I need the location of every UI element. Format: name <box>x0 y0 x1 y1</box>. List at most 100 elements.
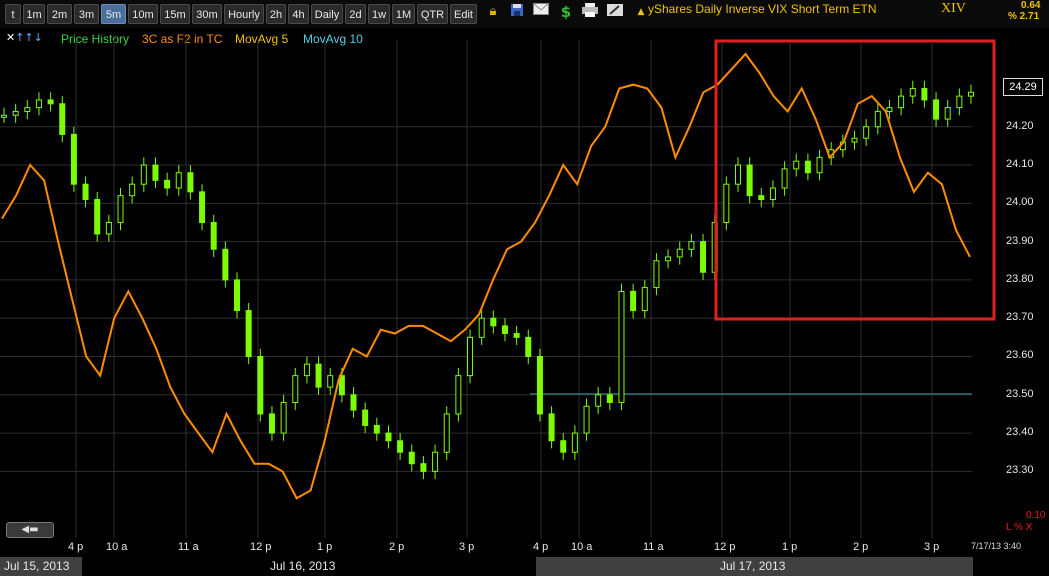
interval-1m-button[interactable]: 1m <box>23 4 45 24</box>
toolbar: t 1m 2m 3m 5m 10m 15m 30m Hourly 2h 4h D… <box>0 0 1049 28</box>
candle-body <box>898 95 905 109</box>
time-tick-label: 4 p <box>533 541 549 553</box>
candle-body <box>688 241 695 250</box>
save-icon[interactable] <box>508 3 526 21</box>
candle-body <box>793 160 800 170</box>
candle-body <box>129 183 136 197</box>
candle-body <box>82 183 89 201</box>
pencil-icon[interactable] <box>606 3 624 21</box>
candle-body <box>373 424 380 434</box>
interval-2m-button[interactable]: 2m <box>47 4 72 24</box>
candle-body <box>292 375 299 403</box>
interval-qtr-button[interactable]: QTR <box>417 4 448 24</box>
price-tick-label: 23.80 <box>1006 272 1034 285</box>
print-icon[interactable] <box>581 3 599 21</box>
ticker-symbol: XIV <box>941 1 966 16</box>
interval-15m-button[interactable]: 15m <box>160 4 190 24</box>
candle-body <box>560 440 567 453</box>
price-tick-label: 24.10 <box>1006 158 1034 171</box>
time-tick-label: 3 p <box>459 541 475 553</box>
lock-icon[interactable]: 🔒︎ <box>484 3 502 21</box>
time-tick-label: 10 a <box>106 541 128 553</box>
time-tick-label: 11 a <box>178 541 199 553</box>
candle-body <box>944 107 951 120</box>
time-tick-label: 1 p <box>782 541 798 553</box>
time-tick-label: 1 p <box>317 541 333 553</box>
candle-body <box>653 260 660 289</box>
candle-body <box>863 126 870 139</box>
candle-body <box>665 256 672 262</box>
candle-body <box>350 394 357 411</box>
price-tick-label: 24.00 <box>1006 196 1034 209</box>
percent-change: % 2.71 <box>1008 11 1040 22</box>
price-chart[interactable] <box>0 28 1000 538</box>
date-label-jul16: Jul 16, 2013 <box>270 559 336 573</box>
candle-body <box>327 375 334 388</box>
price-tick-label: 23.40 <box>1006 426 1034 439</box>
time-tick-label: 12 p <box>714 541 736 553</box>
candle-body <box>501 325 508 335</box>
interval-2d-button[interactable]: 2d <box>345 4 366 24</box>
interval-3m-button[interactable]: 3m <box>74 4 99 24</box>
date-label-jul15: Jul 15, 2013 <box>0 557 82 576</box>
candle-body <box>641 287 648 312</box>
last-price-box: 24.29 <box>1003 78 1043 96</box>
timestamp: 7/17/13 3:40 <box>971 541 1022 551</box>
candle-body <box>117 195 124 223</box>
candle-body <box>630 290 637 312</box>
candle-body <box>187 172 194 193</box>
interval-10m-button[interactable]: 10m <box>128 4 158 24</box>
dollar-icon[interactable]: $ <box>557 3 575 21</box>
candle-body <box>70 133 77 185</box>
candle-body <box>886 107 893 112</box>
indicator-value: 0.10 <box>1026 510 1046 521</box>
price-tick-label: 23.70 <box>1006 311 1034 324</box>
interval-1w-button[interactable]: 1w <box>368 4 390 24</box>
highlight-box <box>714 39 996 321</box>
interval-1M-button[interactable]: 1M <box>392 4 415 24</box>
candle-body <box>24 107 31 112</box>
candle-body <box>933 99 940 120</box>
candle-body <box>432 451 439 472</box>
threec-series <box>1 52 971 500</box>
time-tick-label: 12 p <box>250 541 272 553</box>
chart-grid <box>0 40 972 538</box>
interval-hourly-button[interactable]: Hourly <box>224 4 264 24</box>
candle-body <box>734 164 741 185</box>
candle-body <box>94 199 101 235</box>
candle-body <box>397 440 404 453</box>
candle-body <box>245 310 252 357</box>
candle-body <box>513 333 520 338</box>
interval-t-button[interactable]: t <box>5 4 21 24</box>
candle-body <box>152 164 159 181</box>
scroll-handle[interactable]: ◀▬ <box>6 522 54 538</box>
interval-2h-button[interactable]: 2h <box>266 4 286 24</box>
interval-30m-button[interactable]: 30m <box>192 4 222 24</box>
edit-button[interactable]: Edit <box>450 4 477 24</box>
candle-body <box>420 463 427 472</box>
candle-body <box>909 87 916 97</box>
time-tick-label: 10 a <box>571 541 593 553</box>
email-icon[interactable] <box>532 3 550 21</box>
time-tick-label: 11 a <box>643 541 664 553</box>
candle-body <box>758 195 765 201</box>
interval-daily-button[interactable]: Daily <box>311 4 343 24</box>
interval-5m-button[interactable]: 5m <box>101 4 126 24</box>
candle-body <box>408 451 415 465</box>
price-tick-label: 23.60 <box>1006 349 1034 362</box>
candle-body <box>12 110 19 116</box>
candle-body <box>443 413 450 453</box>
candle-body <box>455 375 462 415</box>
candle-body <box>385 432 392 442</box>
candle-body <box>164 179 171 189</box>
date-label-jul17: Jul 17, 2013 <box>720 559 786 573</box>
candle-body <box>968 91 974 97</box>
page-title: yShares Daily Inverse VIX Short Term ETN <box>648 2 877 16</box>
candle-body <box>105 221 112 235</box>
candle-body <box>268 413 275 434</box>
candle-body <box>548 413 555 442</box>
candle-body <box>47 99 54 105</box>
interval-4h-button[interactable]: 4h <box>288 4 309 24</box>
candle-body <box>59 103 66 135</box>
candle-body <box>478 317 485 338</box>
